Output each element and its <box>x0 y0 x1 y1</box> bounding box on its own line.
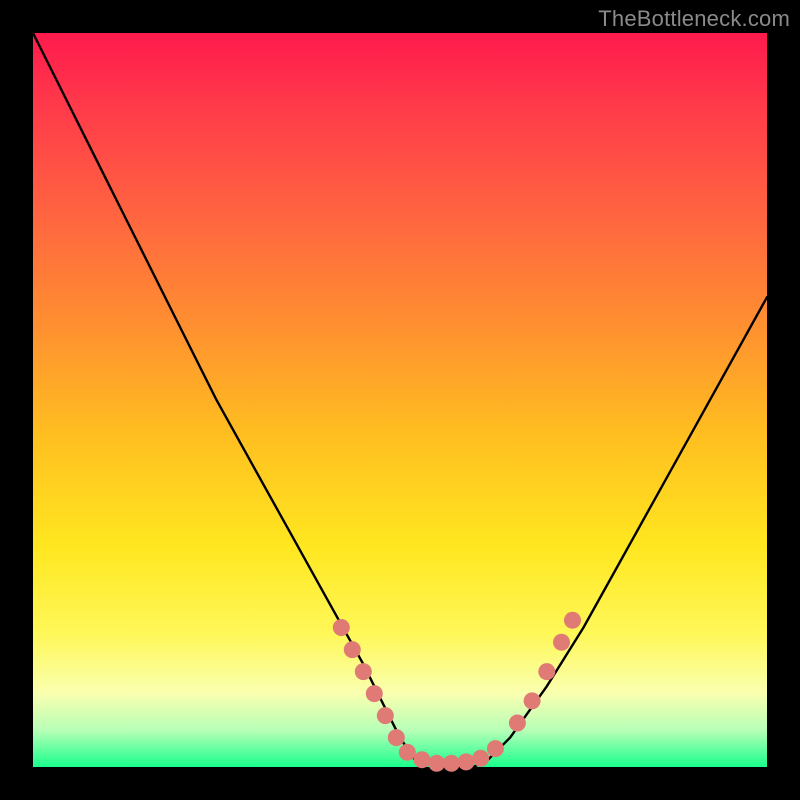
highlight-dot <box>428 755 445 772</box>
highlight-dot <box>472 750 489 767</box>
highlight-dot <box>355 663 372 680</box>
highlight-dot <box>509 715 526 732</box>
highlight-dot <box>377 707 394 724</box>
bottleneck-curve <box>33 33 767 767</box>
highlight-dot <box>538 663 555 680</box>
highlight-dot <box>333 619 350 636</box>
chart-frame: TheBottleneck.com <box>0 0 800 800</box>
chart-svg <box>33 33 767 767</box>
highlight-dot <box>553 634 570 651</box>
highlight-dot <box>388 729 405 746</box>
highlight-dot <box>487 740 504 757</box>
highlight-dot <box>366 685 383 702</box>
highlight-dot <box>414 751 431 768</box>
highlight-dot <box>564 612 581 629</box>
curve-layer <box>33 33 767 767</box>
highlight-dot <box>399 744 416 761</box>
highlight-dot <box>458 753 475 770</box>
watermark-text: TheBottleneck.com <box>598 6 790 32</box>
highlight-dot <box>443 755 460 772</box>
highlight-dot <box>524 692 541 709</box>
highlight-dot <box>344 641 361 658</box>
